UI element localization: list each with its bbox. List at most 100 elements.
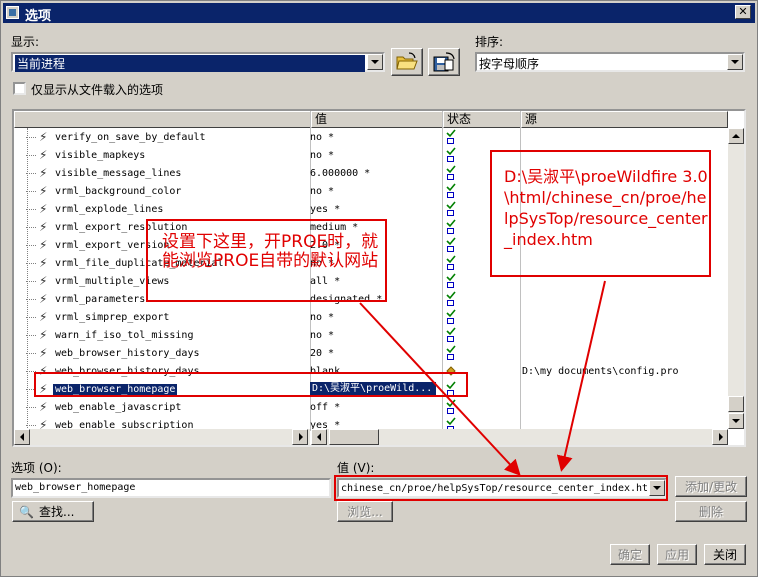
chevron-down-icon[interactable] xyxy=(727,54,743,70)
window-title: 选项 xyxy=(25,9,52,24)
lightning-icon: ⚡ xyxy=(39,184,48,198)
lightning-icon: ⚡ xyxy=(39,166,48,180)
annotation-box-note: 设置下这里，开PROE时，就能浏览PROE自带的默认网站 xyxy=(146,219,387,302)
option-name: vrml_explode_lines xyxy=(55,204,164,215)
open-folder-icon xyxy=(396,52,418,70)
lightning-icon: ⚡ xyxy=(39,148,48,162)
option-name: vrml_background_color xyxy=(55,186,182,197)
check-status-icon xyxy=(445,255,457,271)
column-header-status[interactable]: 状态 xyxy=(443,111,521,128)
open-config-button[interactable] xyxy=(391,48,423,76)
apply-button[interactable]: 应用 xyxy=(657,544,697,565)
check-status-icon xyxy=(445,237,457,253)
option-name: visible_mapkeys xyxy=(55,150,146,161)
column-header-name[interactable] xyxy=(14,111,311,128)
lightning-icon: ⚡ xyxy=(39,220,48,234)
find-button[interactable]: 🔍 查找... xyxy=(12,501,94,522)
lightning-icon: ⚡ xyxy=(39,274,48,288)
check-status-icon xyxy=(445,291,457,307)
table-row[interactable]: ⚡ vrml_simprep_export no * xyxy=(14,309,744,327)
option-source: D:\my documents\config.pro xyxy=(522,366,679,377)
lightning-icon: ⚡ xyxy=(39,238,48,252)
check-status-icon xyxy=(445,399,457,415)
option-name: visible_message_lines xyxy=(55,168,182,179)
scroll-left-icon[interactable] xyxy=(311,429,327,445)
annotation-path-text: D:\吴淑平\proeWildfire 3.0 \html/chinese_cn… xyxy=(504,167,708,249)
horizontal-scrollbar-right[interactable] xyxy=(311,429,728,445)
show-from-file-checkbox[interactable] xyxy=(13,82,26,95)
option-name-input[interactable]: web_browser_homepage xyxy=(11,478,331,498)
table-row[interactable]: ⚡ web_enable_javascript off * xyxy=(14,399,744,417)
option-value: no * xyxy=(310,150,335,161)
close-window-icon[interactable]: ✕ xyxy=(735,5,751,19)
scroll-right-icon[interactable] xyxy=(292,429,308,445)
close-button[interactable]: 关闭 xyxy=(704,544,746,565)
lightning-icon: ⚡ xyxy=(39,328,48,342)
option-name: vrml_parameters xyxy=(55,294,146,305)
annotation-highlight-value xyxy=(334,475,668,501)
option-name: verify_on_save_by_default xyxy=(55,132,206,143)
scroll-left-icon[interactable] xyxy=(14,429,30,445)
option-value: 6.000000 * xyxy=(310,168,371,179)
check-status-icon xyxy=(445,273,457,289)
chevron-down-icon[interactable] xyxy=(367,54,383,70)
scroll-right-icon[interactable] xyxy=(712,429,728,445)
table-row[interactable]: ⚡ verify_on_save_by_default no * xyxy=(14,129,744,147)
check-status-icon xyxy=(445,309,457,325)
table-row[interactable]: ⚡ warn_if_iso_tol_missing no * xyxy=(14,327,744,345)
show-from-file-label: 仅显示从文件载入的选项 xyxy=(31,83,164,97)
option-name: web_enable_javascript xyxy=(55,402,182,413)
scroll-thumb[interactable] xyxy=(329,429,379,445)
scroll-up-icon[interactable] xyxy=(728,128,744,144)
check-status-icon xyxy=(445,147,457,163)
annotation-box-path: D:\吴淑平\proeWildfire 3.0 \html/chinese_cn… xyxy=(490,150,711,277)
find-button-label: 查找... xyxy=(39,505,75,519)
display-select-value: 当前进程 xyxy=(15,55,365,72)
display-select[interactable]: 当前进程 xyxy=(11,52,385,72)
check-status-icon xyxy=(445,219,457,235)
magnifier-icon: 🔍 xyxy=(19,505,34,519)
horizontal-scrollbar-left[interactable] xyxy=(14,429,310,445)
check-status-icon xyxy=(445,165,457,181)
column-header-value[interactable]: 值 xyxy=(311,111,443,128)
option-field-label: 选项 (O): xyxy=(11,461,62,475)
option-value: no * xyxy=(310,132,335,143)
lightning-icon: ⚡ xyxy=(39,310,48,324)
add-change-button[interactable]: 添加/更改 xyxy=(675,476,747,497)
annotation-note-text: 设置下这里，开PROE时，就能浏览PROE自带的默认网站 xyxy=(162,232,379,271)
lightning-icon: ⚡ xyxy=(39,256,48,270)
option-name: web_browser_history_days xyxy=(55,348,200,359)
value-field-label: 值 (V): xyxy=(337,461,375,475)
save-config-button[interactable] xyxy=(428,48,460,76)
window-icon xyxy=(6,6,19,19)
title-bar: 选项 ✕ xyxy=(3,3,755,24)
ok-button[interactable]: 确定 xyxy=(610,544,650,565)
check-status-icon xyxy=(445,129,457,145)
option-value: no * xyxy=(310,330,335,341)
option-value: yes * xyxy=(310,204,341,215)
sort-select[interactable]: 按字母顺序 xyxy=(475,52,745,72)
check-status-icon xyxy=(445,327,457,343)
option-name-value: web_browser_homepage xyxy=(15,482,136,493)
column-header-source[interactable]: 源 xyxy=(521,111,728,128)
annotation-highlight-row xyxy=(34,372,468,397)
check-status-icon xyxy=(445,201,457,217)
lightning-icon: ⚡ xyxy=(39,400,48,414)
table-row[interactable]: ⚡ web_browser_history_days 20 * xyxy=(14,345,744,363)
sort-label: 排序: xyxy=(475,35,504,49)
vertical-scrollbar[interactable] xyxy=(728,128,744,429)
delete-button[interactable]: 删除 xyxy=(675,501,747,522)
lightning-icon: ⚡ xyxy=(39,292,48,306)
scroll-down-icon[interactable] xyxy=(728,413,744,429)
scroll-thumb[interactable] xyxy=(728,396,744,412)
option-name: vrml_simprep_export xyxy=(55,312,170,323)
option-value: no * xyxy=(310,312,335,323)
browse-button[interactable]: 浏览... xyxy=(337,501,393,522)
lightning-icon: ⚡ xyxy=(39,202,48,216)
option-value: off * xyxy=(310,402,341,413)
save-disk-icon xyxy=(433,52,455,72)
option-name: warn_if_iso_tol_missing xyxy=(55,330,194,341)
check-status-icon xyxy=(445,345,457,361)
check-status-icon xyxy=(445,183,457,199)
lightning-icon: ⚡ xyxy=(39,346,48,360)
